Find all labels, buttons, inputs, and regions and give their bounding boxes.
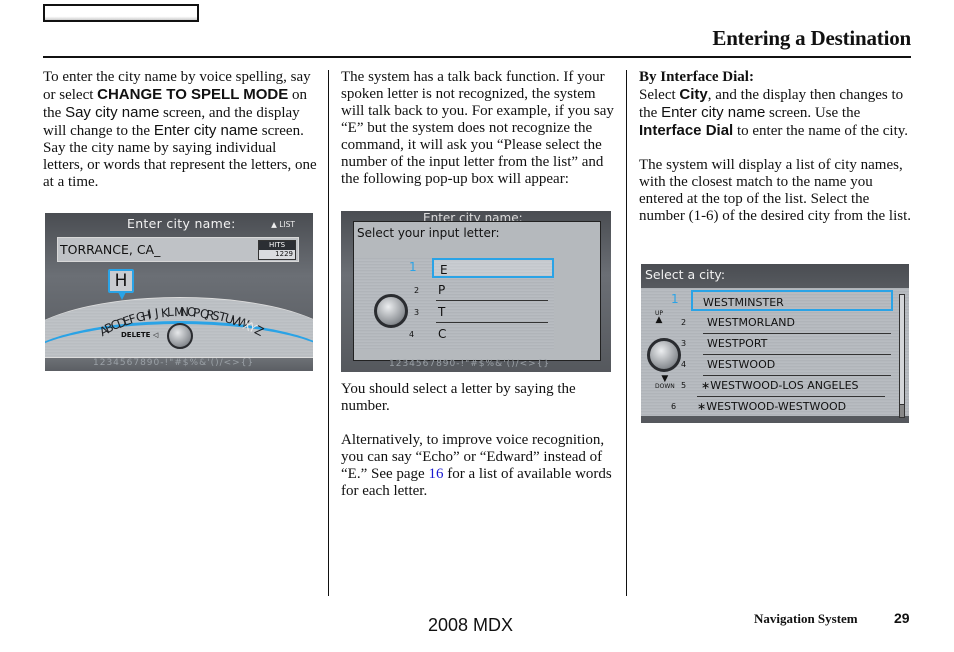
- list-item[interactable]: WESTWOOD: [691, 354, 893, 375]
- screen-name-say-city: Say city name: [65, 104, 160, 121]
- item-number: 5: [681, 381, 687, 390]
- item-number: 1: [671, 292, 679, 306]
- column-1: To enter the city name by voice spelling…: [43, 69, 319, 191]
- col3-paragraph-1: Select City, and the display then change…: [639, 86, 909, 139]
- footer-section: Navigation System: [754, 611, 858, 626]
- screen-name-enter-city: Enter city name: [661, 104, 766, 121]
- screen-name-enter-city: Enter city name: [153, 122, 259, 139]
- item-number: 4: [409, 330, 415, 339]
- up-triangle-icon: ▲: [655, 315, 663, 325]
- letter-list: 1 2 3 4 E P T C: [354, 258, 554, 350]
- col2-paragraph-1: The system has a talk back function. If …: [341, 69, 614, 187]
- list-item[interactable]: E: [432, 258, 554, 278]
- scrollbar[interactable]: [899, 294, 905, 418]
- scroll-thumb[interactable]: [900, 404, 904, 417]
- col2-paragraph-3: Alternatively, to improve voice recognit…: [341, 432, 612, 499]
- footer-model: 2008 MDX: [428, 615, 514, 635]
- list-item[interactable]: WESTPORT: [691, 333, 893, 354]
- select-letter-popup: Select your input letter: 1 2 3 4 E P T …: [353, 221, 601, 361]
- item-number: 4: [681, 360, 687, 369]
- item-number: 3: [681, 339, 687, 348]
- list-item[interactable]: ∗WESTWOOD-WESTWOOD: [691, 396, 893, 417]
- alphabet-letter[interactable]: I: [147, 307, 153, 321]
- col2-paragraph-2: You should select a letter by saying the…: [341, 381, 576, 414]
- page-16-link[interactable]: 16: [428, 466, 443, 482]
- column-divider: [328, 70, 329, 596]
- down-button[interactable]: ▼ DOWN: [655, 375, 675, 391]
- up-button[interactable]: UP ▲: [655, 310, 663, 325]
- delete-button[interactable]: DELETE ◁: [121, 331, 158, 339]
- column-divider: [626, 70, 627, 596]
- select-input-letter-screen: Enter city name: Select your input lette…: [341, 211, 611, 372]
- city-name-value: TORRANCE, CA_: [60, 242, 161, 257]
- item-number: 1: [409, 260, 417, 274]
- select-a-city-screen: Select a city: UP ▲ ▼ DOWN 1 2 3 4 5 6 WES…: [641, 264, 909, 423]
- column-3: By Interface Dial: Select City, and the …: [639, 69, 915, 225]
- list-item[interactable]: ∗WESTWOOD-LOS ANGELES: [691, 375, 893, 396]
- section-heading: By Interface Dial:: [639, 69, 754, 85]
- selected-letter-bubble: H: [108, 269, 134, 293]
- hits-counter: HITS 1229: [258, 240, 296, 260]
- delete-arrow-icon: ◁: [152, 331, 159, 339]
- item-number: 6: [671, 402, 677, 411]
- list-item[interactable]: WESTMINSTER: [691, 290, 893, 311]
- divider: [436, 322, 548, 323]
- interface-dial-knob[interactable]: [374, 294, 408, 328]
- page-number: 29: [894, 610, 910, 626]
- page-title: Entering a Destination: [712, 26, 911, 50]
- column-2: The system has a talk back function. If …: [341, 69, 617, 188]
- list-button[interactable]: ▲ LIST: [271, 220, 295, 229]
- item-number: 2: [414, 286, 420, 295]
- col3-paragraph-2: The system will display a list of city n…: [639, 157, 912, 224]
- symbol-characters: 1234567890-!"#$%&'()/<>{}: [93, 358, 255, 368]
- list-item[interactable]: C: [432, 324, 554, 344]
- city-list: UP ▲ ▼ DOWN 1 2 3 4 5 6 WESTMINSTER WESTMO…: [641, 288, 909, 416]
- item-number: 3: [414, 308, 420, 317]
- interface-dial-term: Interface Dial: [639, 122, 734, 139]
- alphabet-letter[interactable]: J: [154, 306, 159, 320]
- list-item[interactable]: T: [432, 302, 554, 322]
- city-option: City: [679, 86, 708, 103]
- title-rule: [43, 56, 911, 58]
- screen-title: Enter city name:: [127, 216, 236, 231]
- up-triangle-icon: ▲: [271, 220, 277, 229]
- list-item[interactable]: WESTMORLAND: [691, 312, 893, 333]
- column-2-lower: You should select a letter by saying the…: [341, 381, 617, 500]
- city-name-input[interactable]: TORRANCE, CA_ HITS 1229: [57, 237, 299, 262]
- interface-dial-knob[interactable]: [647, 338, 681, 372]
- enter-city-name-screen: Enter city name: ▲ LIST TORRANCE, CA_ HI…: [45, 213, 313, 371]
- list-item[interactable]: P: [432, 280, 554, 300]
- divider: [436, 300, 548, 301]
- symbol-characters: 1234567890-!"#$%&'()/<>{}: [389, 359, 551, 369]
- popup-title: Select your input letter:: [357, 226, 500, 240]
- bubble-pointer: [118, 292, 126, 300]
- item-number: 2: [681, 318, 687, 327]
- command-change-to-spell-mode: CHANGE TO SPELL MODE: [97, 86, 289, 103]
- col1-paragraph-2: Say the city name by saying individual l…: [43, 140, 317, 190]
- screen-title: Select a city:: [645, 267, 726, 282]
- interface-dial-knob[interactable]: [167, 323, 193, 349]
- col1-paragraph-1: To enter the city name by voice spelling…: [43, 69, 311, 139]
- header-tab-box: [43, 4, 199, 22]
